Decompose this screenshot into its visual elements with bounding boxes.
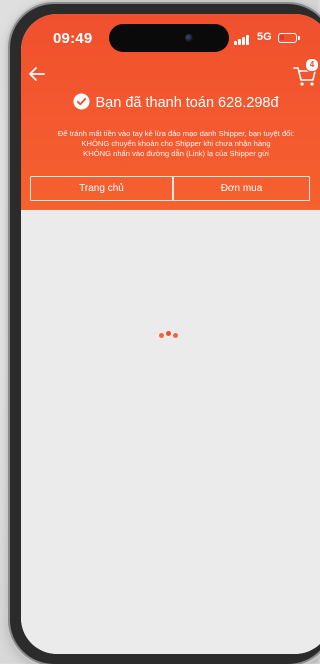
battery-icon <box>278 33 297 43</box>
payment-success-message: Bạn đã thanh toán 628.298đ <box>21 93 320 112</box>
payment-success-header: 09:49 5G 4 Bạn đã thanh toán 628.298đ Để… <box>21 14 320 210</box>
check-circle-icon <box>73 93 91 110</box>
scam-warning: Để tránh mất tiền vào tay kẻ lừa đảo mạo… <box>29 129 320 159</box>
loading-dots-icon <box>159 330 183 338</box>
home-button[interactable]: Trang chủ <box>30 176 173 201</box>
battery-tip <box>298 36 300 40</box>
dynamic-island <box>109 24 229 52</box>
my-orders-button[interactable]: Đơn mua <box>173 176 310 201</box>
payment-amount-text: Bạn đã thanh toán 628.298đ <box>95 95 279 112</box>
warning-line: KHÔNG chuyển khoản cho Shipper khi chưa … <box>81 139 271 148</box>
warning-line: KHÔNG nhấn vào đường dẫn (Link) lạ của S… <box>83 149 269 158</box>
arrow-left-icon <box>29 67 45 81</box>
cart-button[interactable]: 4 <box>291 58 319 88</box>
status-time: 09:49 <box>53 30 93 47</box>
content-area <box>21 210 320 654</box>
status-bar: 09:49 5G <box>21 14 320 60</box>
phone-screen: 09:49 5G 4 Bạn đã thanh toán 628.298đ Để… <box>21 14 320 654</box>
warning-line: Để tránh mất tiền vào tay kẻ lừa đảo mạo… <box>57 129 295 138</box>
cart-count-badge: 4 <box>305 58 319 72</box>
battery-level-fill <box>280 35 284 40</box>
signal-strength-icon <box>234 34 254 45</box>
network-type: 5G <box>257 31 272 43</box>
back-button[interactable] <box>25 62 49 86</box>
camera-icon <box>185 34 193 42</box>
